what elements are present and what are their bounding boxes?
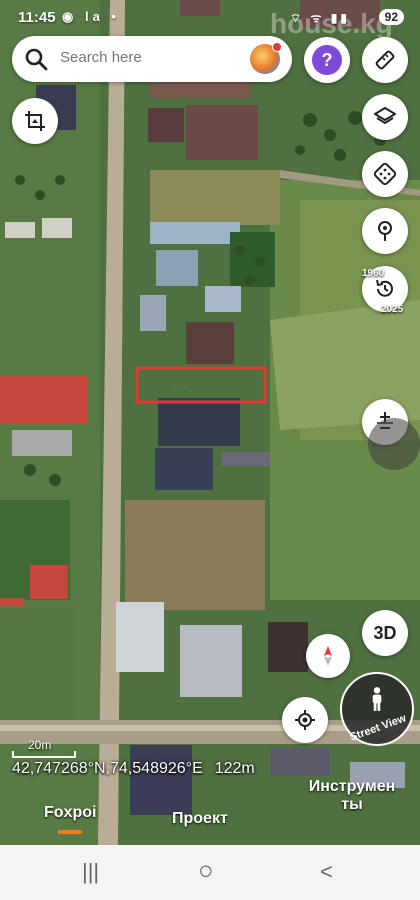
status-right-icons: ⌔ ᯤ ▮▮ [289, 11, 350, 25]
help-button[interactable]: ? [304, 37, 350, 83]
place-pin-button[interactable] [362, 208, 408, 254]
system-navbar: ||| ○ < [0, 845, 420, 900]
battery-indicator: 92 [378, 9, 404, 25]
pegman-icon [372, 687, 382, 711]
timeline-start-year: 1960 [362, 268, 385, 279]
ruler-button[interactable] [362, 37, 408, 83]
search-input[interactable] [58, 48, 242, 67]
back-button[interactable]: < [320, 859, 333, 885]
view-3d-label: 3D [373, 622, 397, 643]
tab-project[interactable]: Проект [172, 810, 228, 828]
pin-icon [378, 221, 392, 241]
recent-apps-button[interactable]: ||| [82, 859, 99, 885]
tab-foxpoi[interactable]: Foxpoi [44, 804, 96, 822]
compass-icon [324, 646, 332, 666]
map-scale: 20m [12, 738, 76, 758]
plot-label: · · · [172, 381, 186, 391]
help-icon: ? [312, 45, 342, 75]
coordinates-text: 42,747268°N,74,548926°E [12, 760, 203, 777]
tab-tools-line1: Инструмен [308, 778, 396, 795]
compass-button[interactable] [306, 634, 350, 678]
scale-bar [12, 751, 76, 758]
ruler-icon [375, 50, 395, 70]
notification-dot [272, 42, 282, 52]
history-icon [376, 279, 393, 297]
scale-label: 20m [28, 738, 52, 752]
view-3d-button[interactable]: 3D [362, 610, 408, 656]
crop-icon [25, 111, 45, 131]
crop-button[interactable] [12, 98, 58, 144]
location-icon [295, 710, 315, 730]
status-time: 11:45 [18, 9, 56, 26]
search-icon [25, 48, 48, 71]
layers-button[interactable] [362, 94, 408, 140]
home-button[interactable]: ○ [198, 855, 214, 886]
search-bar[interactable] [12, 36, 292, 82]
timeline-end-year: 2025 [381, 304, 404, 315]
my-location-button[interactable] [282, 697, 328, 743]
status-bar: 11:45 ◉ la • ⌔ ᯤ ▮▮ 92 [0, 0, 420, 34]
active-tab-indicator [58, 830, 82, 834]
status-left-icons: ◉ la • [62, 9, 120, 24]
dice-icon [373, 162, 397, 186]
altitude-text: 122m [214, 760, 255, 777]
random-place-button[interactable] [362, 151, 408, 197]
overlay-circle [368, 418, 420, 470]
coordinates-readout: 42,747268°N,74,548926°E 122m [12, 760, 255, 778]
street-view-button[interactable]: Street View [340, 672, 414, 746]
tab-tools[interactable]: Инструмен ты [292, 778, 412, 814]
layers-icon [374, 107, 396, 124]
tab-tools-line2: ты [341, 796, 363, 813]
